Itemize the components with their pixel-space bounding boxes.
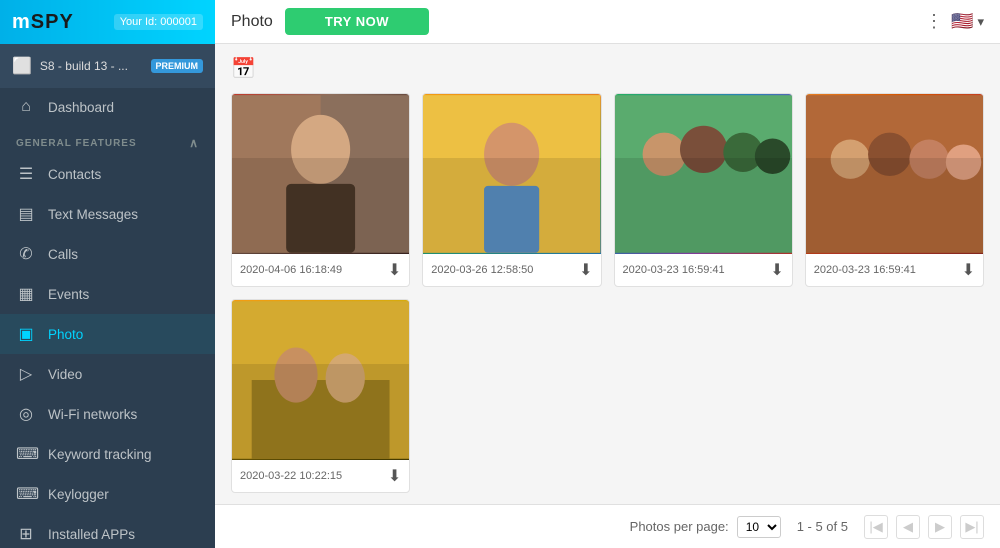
apps-icon: ⊞ bbox=[16, 524, 36, 544]
first-page-button[interactable]: |◀ bbox=[864, 515, 888, 539]
photo-date-4: 2020-03-23 16:59:41 bbox=[814, 264, 916, 276]
photo-meta-2: 2020-03-26 12:58:50 ⬇ bbox=[423, 254, 600, 286]
photo-image-4 bbox=[806, 94, 983, 254]
page-title: Photo bbox=[231, 13, 273, 31]
photo-image-5 bbox=[232, 300, 409, 460]
contacts-icon: ☰ bbox=[16, 164, 36, 184]
premium-badge: PREMIUM bbox=[151, 59, 204, 73]
photo-meta-3: 2020-03-23 16:59:41 ⬇ bbox=[615, 254, 792, 286]
chevron-up-icon: ∧ bbox=[189, 136, 199, 150]
photo-meta-5: 2020-03-22 10:22:15 ⬇ bbox=[232, 460, 409, 492]
photo-meta-1: 2020-04-06 16:18:49 ⬇ bbox=[232, 254, 409, 286]
photo-card-2: 2020-03-26 12:58:50 ⬇ bbox=[422, 93, 601, 287]
photo-thumbnail-3[interactable] bbox=[615, 94, 792, 254]
pagination-bar: Photos per page: 10 20 50 1 - 5 of 5 |◀ … bbox=[215, 504, 1000, 548]
sidebar-item-keyword-tracking[interactable]: ⌨ Keyword tracking bbox=[0, 434, 215, 474]
sidebar-item-events[interactable]: ▦ Events bbox=[0, 274, 215, 314]
user-id: Your Id: 000001 bbox=[114, 14, 203, 30]
main-area: Photo TRY NOW ⋮ 🇺🇸 ▾ 📅 bbox=[215, 0, 1000, 548]
keylogger-icon: ⌨ bbox=[16, 484, 36, 504]
photos-grid-row2: 2020-03-22 10:22:15 ⬇ bbox=[231, 299, 984, 493]
sidebar-item-wifi[interactable]: ◎ Wi-Fi networks bbox=[0, 394, 215, 434]
per-page-select[interactable]: 10 20 50 bbox=[737, 516, 781, 538]
topbar-actions: ⋮ 🇺🇸 ▾ bbox=[925, 11, 984, 32]
logo: mSPY bbox=[12, 11, 74, 34]
photo-date-5: 2020-03-22 10:22:15 bbox=[240, 470, 342, 482]
sidebar-item-text-messages[interactable]: ▤ Text Messages bbox=[0, 194, 215, 234]
photo-image-1 bbox=[232, 94, 409, 254]
phone-icon: ✆ bbox=[16, 244, 36, 264]
more-options-icon[interactable]: ⋮ bbox=[925, 11, 943, 32]
download-icon-1[interactable]: ⬇ bbox=[388, 260, 401, 280]
sidebar-nav: ⌂ Dashboard GENERAL FEATURES ∧ ☰ Contact… bbox=[0, 88, 215, 548]
video-icon: ▷ bbox=[16, 364, 36, 384]
photo-card-3: 2020-03-23 16:59:41 ⬇ bbox=[614, 93, 793, 287]
download-icon-4[interactable]: ⬇ bbox=[962, 260, 975, 280]
photo-card-4: 2020-03-23 16:59:41 ⬇ bbox=[805, 93, 984, 287]
prev-page-button[interactable]: ◀ bbox=[896, 515, 920, 539]
photo-card-5: 2020-03-22 10:22:15 ⬇ bbox=[231, 299, 410, 493]
photos-grid-row1: 2020-04-06 16:18:49 ⬇ 2020-03-26 12:58:5… bbox=[231, 93, 984, 287]
home-icon: ⌂ bbox=[16, 98, 36, 116]
download-icon-5[interactable]: ⬇ bbox=[388, 466, 401, 486]
photo-image-2 bbox=[423, 94, 600, 254]
last-page-button[interactable]: ▶| bbox=[960, 515, 984, 539]
photo-content: 📅 2020-04-06 16:18:49 ⬇ bbox=[215, 44, 1000, 504]
topbar: Photo TRY NOW ⋮ 🇺🇸 ▾ bbox=[215, 0, 1000, 44]
message-icon: ▤ bbox=[16, 204, 36, 224]
section-general-features: GENERAL FEATURES ∧ bbox=[0, 126, 215, 154]
android-icon: ⬜ bbox=[12, 56, 32, 76]
wifi-icon: ◎ bbox=[16, 404, 36, 424]
photo-thumbnail-5[interactable] bbox=[232, 300, 409, 460]
chevron-down-icon: ▾ bbox=[977, 14, 984, 30]
calendar-icon: ▦ bbox=[16, 284, 36, 304]
keyboard-icon: ⌨ bbox=[16, 444, 36, 464]
device-name: S8 - build 13 - ... bbox=[40, 59, 143, 73]
photo-icon: ▣ bbox=[16, 324, 36, 344]
photo-date-3: 2020-03-23 16:59:41 bbox=[623, 264, 725, 276]
logo-m: m bbox=[12, 11, 31, 33]
photo-date-1: 2020-04-06 16:18:49 bbox=[240, 264, 342, 276]
logo-spy: SPY bbox=[31, 11, 74, 33]
per-page-label: Photos per page: bbox=[630, 519, 729, 534]
flag-icon: 🇺🇸 bbox=[951, 11, 973, 32]
download-icon-3[interactable]: ⬇ bbox=[770, 260, 783, 280]
sidebar-item-photo[interactable]: ▣ Photo bbox=[0, 314, 215, 354]
next-page-button[interactable]: ▶ bbox=[928, 515, 952, 539]
sidebar-item-dashboard[interactable]: ⌂ Dashboard bbox=[0, 88, 215, 126]
sidebar-item-keylogger[interactable]: ⌨ Keylogger bbox=[0, 474, 215, 514]
sidebar-header: mSPY Your Id: 000001 bbox=[0, 0, 215, 44]
sidebar-item-installed-apps[interactable]: ⊞ Installed APPs bbox=[0, 514, 215, 548]
dashboard-label: Dashboard bbox=[48, 100, 114, 115]
page-range: 1 - 5 of 5 bbox=[797, 519, 848, 534]
photo-date-2: 2020-03-26 12:58:50 bbox=[431, 264, 533, 276]
sidebar-item-contacts[interactable]: ☰ Contacts bbox=[0, 154, 215, 194]
photo-thumbnail-4[interactable] bbox=[806, 94, 983, 254]
photo-card-1: 2020-04-06 16:18:49 ⬇ bbox=[231, 93, 410, 287]
photo-thumbnail-1[interactable] bbox=[232, 94, 409, 254]
photo-image-3 bbox=[615, 94, 792, 254]
photo-meta-4: 2020-03-23 16:59:41 ⬇ bbox=[806, 254, 983, 286]
download-icon-2[interactable]: ⬇ bbox=[579, 260, 592, 280]
device-row[interactable]: ⬜ S8 - build 13 - ... PREMIUM bbox=[0, 44, 215, 88]
sidebar-item-calls[interactable]: ✆ Calls bbox=[0, 234, 215, 274]
photo-thumbnail-2[interactable] bbox=[423, 94, 600, 254]
sidebar: mSPY Your Id: 000001 ⬜ S8 - build 13 - .… bbox=[0, 0, 215, 548]
try-now-button[interactable]: TRY NOW bbox=[285, 8, 429, 35]
language-selector[interactable]: 🇺🇸 ▾ bbox=[951, 11, 984, 32]
filter-row: 📅 bbox=[231, 56, 984, 81]
date-filter-icon[interactable]: 📅 bbox=[231, 56, 256, 81]
sidebar-item-video[interactable]: ▷ Video bbox=[0, 354, 215, 394]
